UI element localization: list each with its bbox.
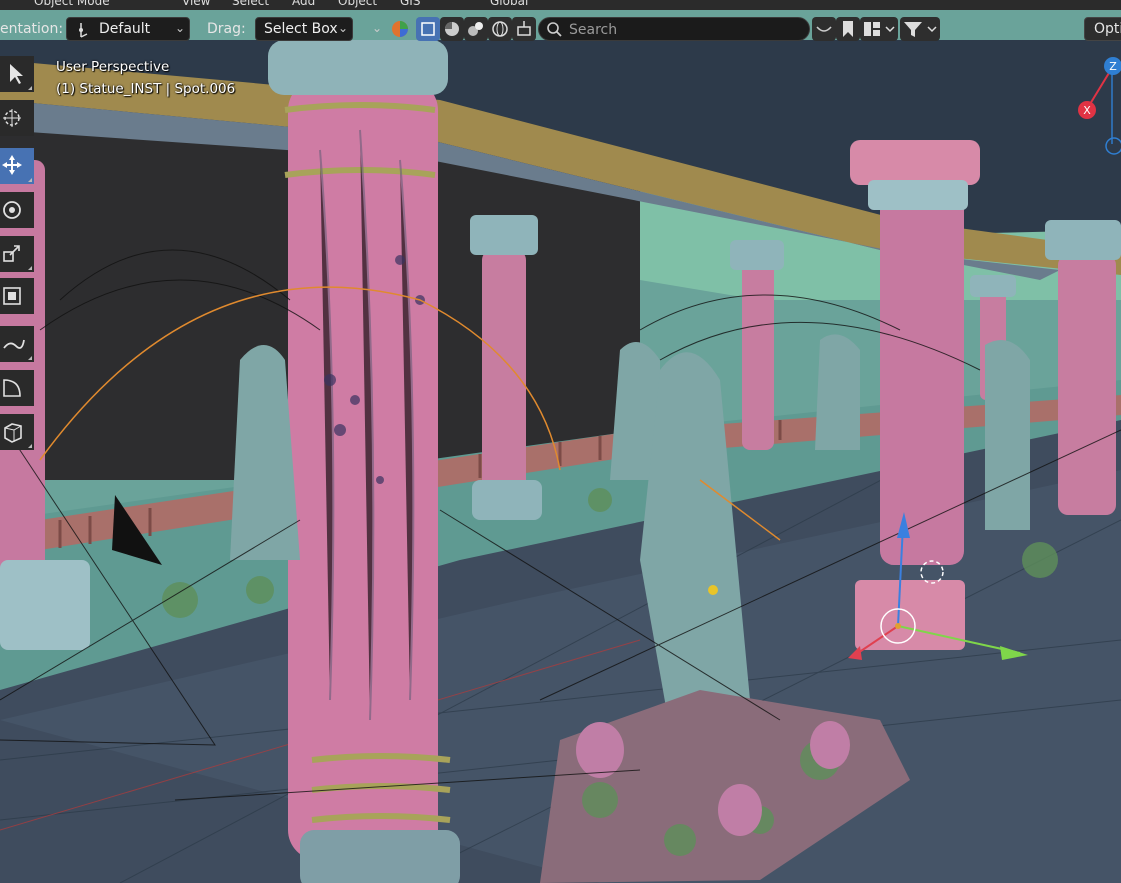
chevron-down-icon: ⌄ bbox=[175, 21, 186, 35]
drag-label: Drag: bbox=[207, 21, 246, 37]
scale-icon bbox=[3, 245, 20, 262]
axis-gizmo-icon: Z X bbox=[1078, 57, 1121, 155]
annotate-pencil-icon bbox=[3, 339, 25, 349]
drag-value: Select Box bbox=[264, 21, 338, 37]
cube-icon bbox=[4, 423, 22, 443]
menu-add[interactable]: Add bbox=[292, 0, 315, 8]
overlay-toggle-icon[interactable] bbox=[812, 17, 836, 41]
measure-tool[interactable] bbox=[0, 370, 34, 406]
viewport-info: User Perspective (1) Statue_INST | Spot.… bbox=[56, 56, 235, 100]
crosshair-icon bbox=[3, 109, 21, 127]
tool-settings-header: entation: Default ⌄ Drag: Select Box ⌄ ⌄ bbox=[0, 14, 1121, 44]
chevron-down-icon[interactable]: ⌄ bbox=[372, 21, 382, 35]
globe-icon[interactable] bbox=[488, 17, 512, 41]
mode-menu[interactable]: Object Mode bbox=[34, 0, 110, 8]
chevron-down-icon: ⌄ bbox=[338, 21, 349, 35]
perspective-label: User Perspective bbox=[56, 59, 170, 75]
rotate-tool[interactable] bbox=[0, 192, 34, 228]
add-cube-tool[interactable] bbox=[0, 414, 34, 450]
scene-render bbox=[0, 0, 1121, 883]
orientation-value: Default bbox=[99, 21, 151, 37]
bookmark-icon[interactable] bbox=[836, 17, 860, 41]
drag-dropdown[interactable]: Select Box ⌄ bbox=[255, 17, 353, 41]
color-wheel-icon[interactable] bbox=[388, 17, 412, 41]
sphere-shading-icon[interactable] bbox=[440, 17, 464, 41]
lighting-icon[interactable] bbox=[464, 17, 488, 41]
transform-orientation-dropdown[interactable]: Global bbox=[490, 0, 528, 8]
orientation-dropdown[interactable]: Default ⌄ bbox=[66, 17, 190, 41]
transform-tool[interactable] bbox=[0, 278, 34, 314]
scale-tool[interactable] bbox=[0, 236, 34, 272]
annotate-tool[interactable] bbox=[0, 326, 34, 362]
search-field[interactable] bbox=[538, 17, 810, 41]
gizmo-x-label[interactable]: X bbox=[1083, 104, 1091, 117]
active-object-label: (1) Statue_INST | Spot.006 bbox=[56, 81, 236, 97]
options-button[interactable]: Opti bbox=[1084, 17, 1121, 41]
search-input[interactable] bbox=[567, 20, 801, 40]
move-arrows-icon bbox=[2, 155, 22, 175]
transform-icon bbox=[3, 287, 21, 305]
menu-view[interactable]: View bbox=[182, 0, 210, 8]
top-menu-bar: Object Mode View Select Add Object GIS G… bbox=[0, 0, 1121, 10]
layout-icon[interactable] bbox=[860, 17, 898, 41]
gizmo-z-label[interactable]: Z bbox=[1109, 60, 1117, 73]
menu-object[interactable]: Object bbox=[338, 0, 377, 8]
orientation-icon bbox=[79, 23, 88, 38]
search-icon bbox=[547, 22, 562, 37]
menu-gis[interactable]: GIS bbox=[400, 0, 420, 8]
navigation-gizmo[interactable]: Z X bbox=[1070, 54, 1121, 164]
snap-icon[interactable] bbox=[512, 17, 536, 41]
select-box-tool[interactable] bbox=[0, 56, 34, 92]
wireframe-select-icon[interactable] bbox=[416, 17, 440, 41]
move-tool[interactable] bbox=[0, 148, 34, 184]
select-cursor-icon bbox=[10, 64, 23, 84]
rotate-icon bbox=[3, 201, 21, 219]
cursor-tool[interactable] bbox=[0, 100, 34, 136]
menu-select[interactable]: Select bbox=[232, 0, 269, 8]
3d-viewport[interactable] bbox=[0, 0, 1121, 883]
orientation-label: entation: bbox=[0, 21, 64, 37]
filter-icon[interactable] bbox=[900, 17, 940, 41]
measure-ruler-icon bbox=[3, 379, 21, 397]
options-label: Opti bbox=[1094, 21, 1121, 37]
